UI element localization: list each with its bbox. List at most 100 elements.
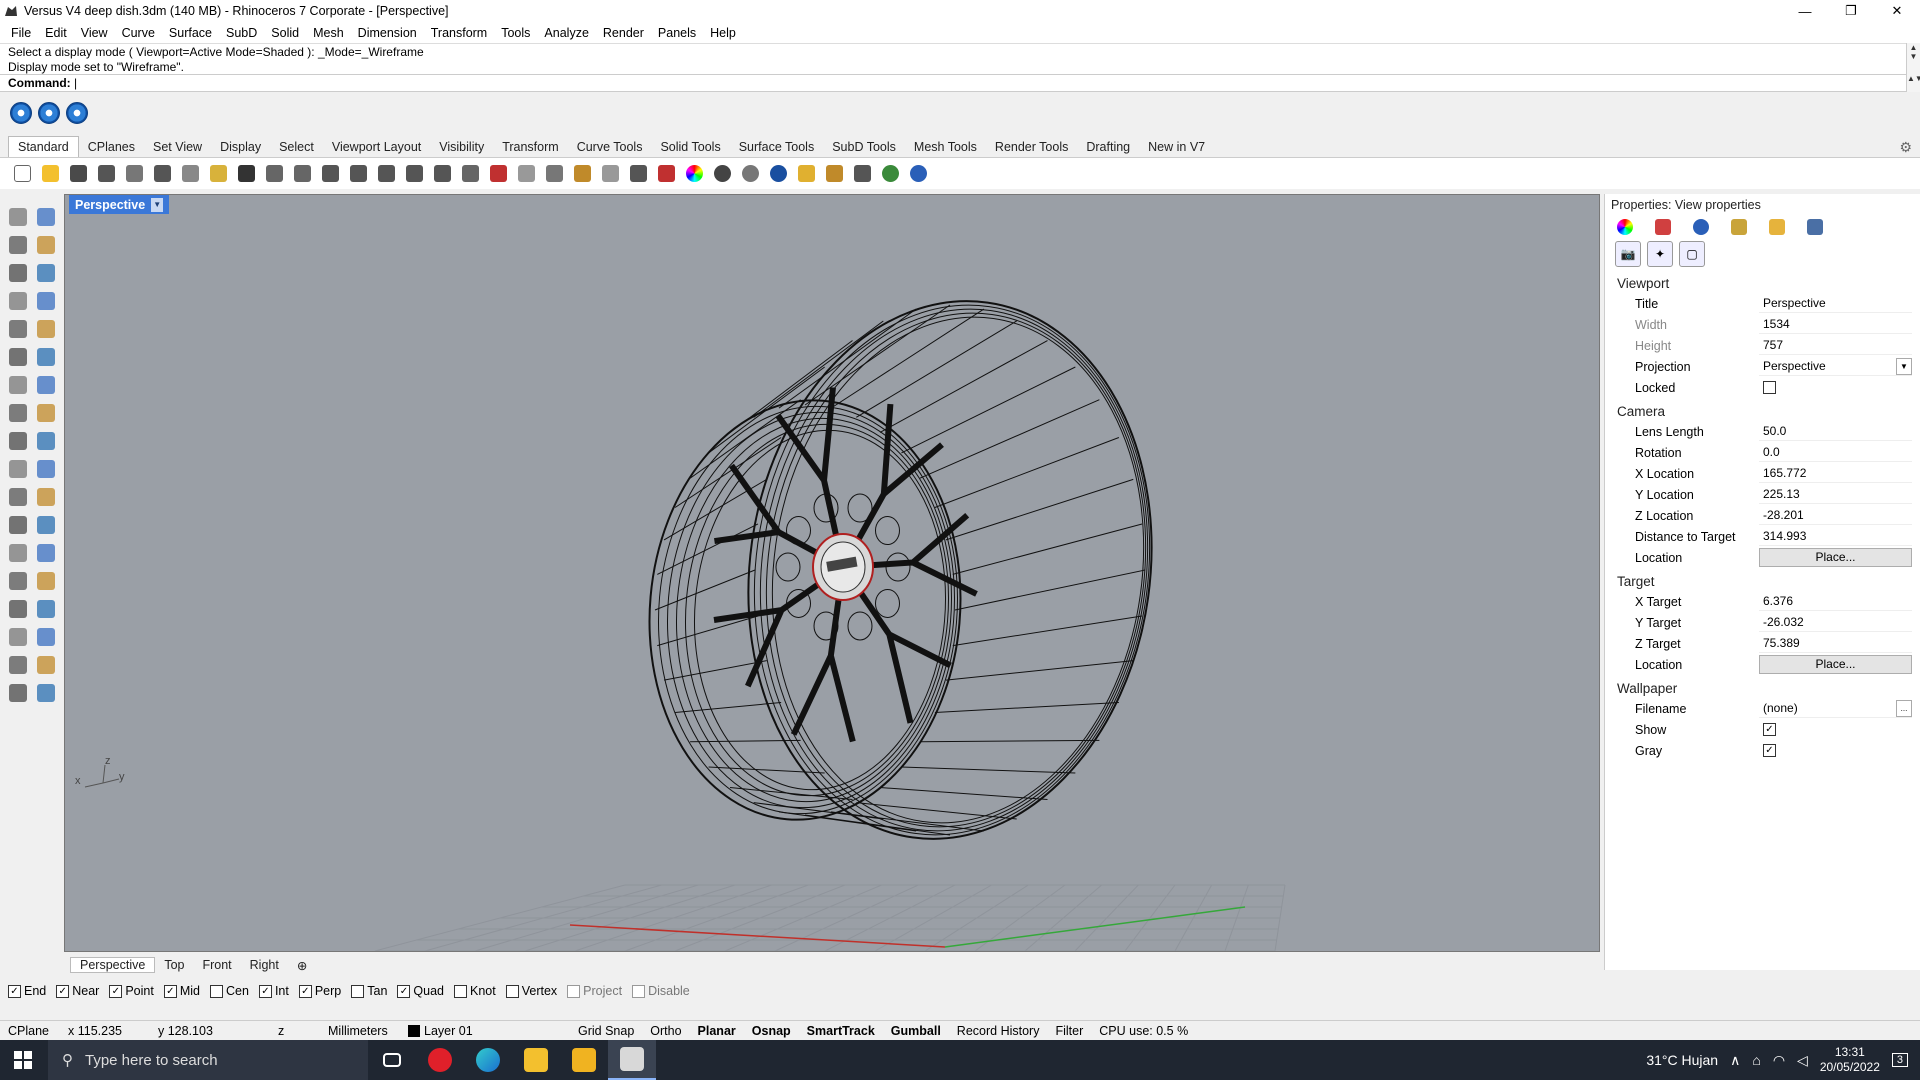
trim-icon[interactable]: [32, 455, 60, 483]
tab-display[interactable]: Display: [211, 137, 270, 157]
zoom-extents-icon[interactable]: [374, 162, 398, 186]
cylinder-icon[interactable]: [4, 399, 32, 427]
freeform-icon[interactable]: [32, 315, 60, 343]
rotate-view-icon[interactable]: [290, 162, 314, 186]
flag-icon[interactable]: [794, 162, 818, 186]
opera-icon[interactable]: [416, 1040, 464, 1080]
wifi-icon[interactable]: ◠: [1773, 1052, 1785, 1069]
tab-curve-tools[interactable]: Curve Tools: [568, 137, 652, 157]
menu-surface[interactable]: Surface: [162, 26, 219, 40]
tab-drafting[interactable]: Drafting: [1077, 137, 1139, 157]
cplane-icon[interactable]: [542, 162, 566, 186]
extrude-icon[interactable]: [32, 343, 60, 371]
sphere-icon[interactable]: [32, 371, 60, 399]
array-grid-icon[interactable]: [4, 623, 32, 651]
property-value[interactable]: 1534: [1759, 315, 1912, 334]
pan-icon[interactable]: [262, 162, 286, 186]
paste-icon[interactable]: [206, 162, 230, 186]
import-icon[interactable]: [122, 162, 146, 186]
print-icon[interactable]: [94, 162, 118, 186]
tab-new-in-v7[interactable]: New in V7: [1139, 137, 1214, 157]
clock[interactable]: 13:31 20/05/2022: [1820, 1045, 1880, 1075]
weather-widget[interactable]: 31°C Hujan: [1646, 1052, 1718, 1068]
tab-set-view[interactable]: Set View: [144, 137, 211, 157]
copy-icon[interactable]: [178, 162, 202, 186]
grid-snap-toggle[interactable]: Grid Snap: [570, 1024, 642, 1038]
property-checkbox[interactable]: ✓: [1763, 723, 1776, 736]
tab-mesh-tools[interactable]: Mesh Tools: [905, 137, 986, 157]
render-settings-icon[interactable]: [38, 102, 60, 124]
task-view-icon[interactable]: [368, 1040, 416, 1080]
rhino-taskbar-icon[interactable]: [608, 1040, 656, 1080]
network-icon[interactable]: ⌂: [1752, 1052, 1760, 1068]
light-icon[interactable]: ✦: [1647, 241, 1673, 267]
filter-toggle[interactable]: Filter: [1047, 1024, 1091, 1038]
place-button[interactable]: Place...: [1759, 548, 1912, 567]
shaded-sphere-icon[interactable]: [738, 162, 762, 186]
osnap-int[interactable]: ✓ Int: [258, 984, 289, 998]
dimension-icon[interactable]: [32, 539, 60, 567]
property-value[interactable]: 314.993: [1759, 527, 1912, 546]
menu-solid[interactable]: Solid: [264, 26, 306, 40]
render-window-icon[interactable]: [66, 102, 88, 124]
property-value[interactable]: (none)...: [1759, 699, 1912, 718]
osnap-tan[interactable]: Tan: [351, 984, 387, 998]
point-icon[interactable]: [32, 203, 60, 231]
sphere-icon[interactable]: [710, 162, 734, 186]
zoom-icon[interactable]: [318, 162, 342, 186]
view-tab-front[interactable]: Front: [193, 958, 240, 972]
checkbox[interactable]: [351, 984, 365, 998]
smarttrack-toggle[interactable]: SmartTrack: [799, 1024, 883, 1038]
units-label[interactable]: Millimeters: [320, 1024, 400, 1038]
osnap-end[interactable]: ✓ End: [8, 984, 46, 998]
pencil-icon[interactable]: [1731, 219, 1747, 235]
tab-render-tools[interactable]: Render Tools: [986, 137, 1077, 157]
circle-icon[interactable]: [4, 259, 32, 287]
light-icon[interactable]: [598, 162, 622, 186]
property-value[interactable]: 225.13: [1759, 485, 1912, 504]
cplane-label[interactable]: CPlane: [0, 1024, 60, 1038]
osnap-vertex[interactable]: Vertex: [505, 984, 557, 998]
record-history-toggle[interactable]: Record History: [949, 1024, 1048, 1038]
menu-mesh[interactable]: Mesh: [306, 26, 351, 40]
checkbox[interactable]: ✓: [56, 984, 70, 998]
menu-file[interactable]: File: [4, 26, 38, 40]
file-explorer-icon[interactable]: [512, 1040, 560, 1080]
render-tool-icon[interactable]: [4, 679, 32, 707]
property-value[interactable]: 165.772: [1759, 464, 1912, 483]
menu-panels[interactable]: Panels: [651, 26, 703, 40]
undo-icon[interactable]: [234, 162, 258, 186]
tab-surface-tools[interactable]: Surface Tools: [730, 137, 824, 157]
zoom-window-icon[interactable]: [346, 162, 370, 186]
gear-icon[interactable]: ⚙: [1899, 139, 1912, 156]
property-value[interactable]: Perspective ▼: [1759, 357, 1912, 376]
menu-dimension[interactable]: Dimension: [351, 26, 424, 40]
osnap-mid[interactable]: ✓ Mid: [163, 984, 200, 998]
checkbox[interactable]: ✓: [258, 984, 272, 998]
help-icon[interactable]: [906, 162, 930, 186]
planar-toggle[interactable]: Planar: [690, 1024, 744, 1038]
windows-start-icon[interactable]: [14, 1051, 32, 1069]
place-button[interactable]: Place...: [1759, 655, 1912, 674]
new-file-icon[interactable]: [10, 162, 34, 186]
view-tab-right[interactable]: Right: [241, 958, 288, 972]
add-viewport-tab-icon[interactable]: ⊕: [288, 958, 316, 973]
osnap-perp[interactable]: ✓ Perp: [298, 984, 341, 998]
text-icon[interactable]: [4, 539, 32, 567]
polygon-icon[interactable]: [4, 315, 32, 343]
checkbox[interactable]: [632, 984, 646, 998]
material-icon[interactable]: [1655, 219, 1671, 235]
tab-cplanes[interactable]: CPlanes: [79, 137, 144, 157]
checkbox[interactable]: ✓: [109, 984, 123, 998]
arc-icon[interactable]: [4, 287, 32, 315]
osnap-project[interactable]: Project: [567, 984, 622, 998]
menu-view[interactable]: View: [74, 26, 115, 40]
checkbox[interactable]: ✓: [397, 984, 411, 998]
command-history-scrollbar[interactable]: ▲ ▼: [1906, 43, 1920, 74]
save-icon[interactable]: [66, 162, 90, 186]
menu-curve[interactable]: Curve: [115, 26, 162, 40]
property-checkbox[interactable]: [1763, 381, 1776, 394]
property-value[interactable]: 75.389: [1759, 634, 1912, 653]
checkbox[interactable]: ✓: [298, 984, 312, 998]
perspective-viewport[interactable]: Perspective ▼ z x y: [64, 194, 1600, 952]
